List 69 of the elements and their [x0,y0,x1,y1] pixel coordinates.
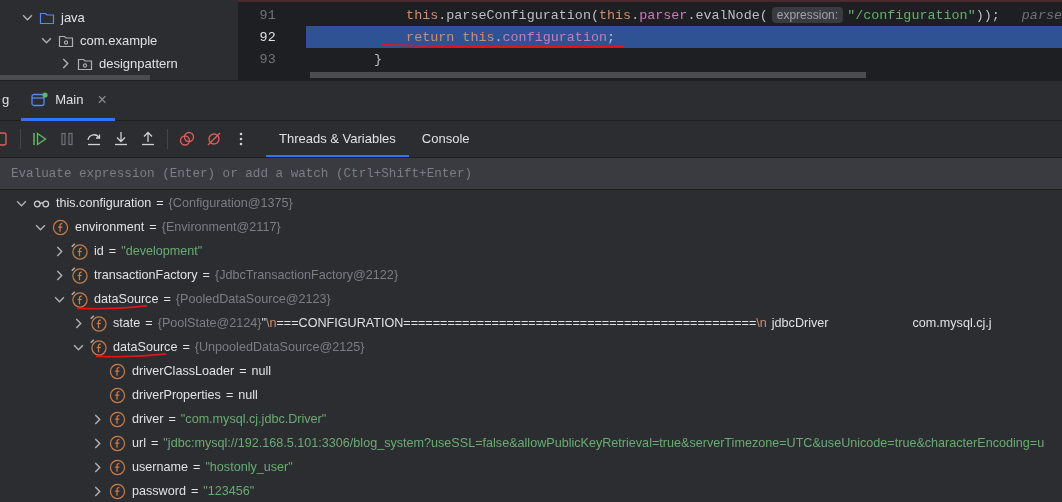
chevron-icon[interactable] [73,317,84,329]
tree-item-label[interactable]: designpattern [99,56,178,71]
code-token: this [598,7,632,23]
final-field-icon [90,338,107,356]
variable-entry[interactable]: environment = {Environment@2117} [75,220,281,234]
variable-entry[interactable]: password = "123456" [132,484,255,498]
variable-entry[interactable]: state = {PoolState@2124}"\n===CONFIGURATION================================================\n jdbcDriver com.mysql.cj.j [113,316,992,330]
field-icon [109,362,126,380]
variable-entry[interactable]: username = "hostonly_user" [132,460,293,474]
chevron-icon[interactable] [60,58,71,69]
chevron-icon[interactable] [54,269,65,281]
variable-entry[interactable]: driver = "com.mysql.cj.jdbc.Driver" [132,412,327,426]
final-field-icon [71,242,88,260]
chevron-icon[interactable] [22,12,33,23]
code-token: .parseConfiguration( [438,7,599,23]
variable-entry[interactable]: url = "jdbc:mysql://192.168.5.101:3306/blog_system?useSSL=false&allowPublicKeyRetrieval=true&serverTimezone=UTC&useUnicode=true&characterEncoding=u [132,436,1045,450]
code-token: ; [607,29,616,45]
field-icon [52,218,69,236]
tree-item-label[interactable]: java [61,10,85,25]
parameter-hint: expression: [771,7,844,23]
scrollbar[interactable] [0,75,150,80]
view-tab[interactable]: Console [408,121,483,157]
code-token: this [405,7,439,23]
final-field-icon [90,314,107,332]
step-into-icon[interactable] [113,131,129,147]
variable-entry[interactable]: driverClassLoader = null [132,364,272,378]
final-field-icon [71,266,88,284]
session-tab[interactable]: g [0,81,22,121]
mute-breakpoints-icon[interactable] [206,131,222,147]
code-token: "/configuration" [847,7,976,23]
pause-icon[interactable] [59,131,75,147]
chevron-icon[interactable] [92,413,103,425]
code-token: configuration [502,29,607,45]
final-field-icon [71,290,88,308]
close-icon[interactable]: × [97,90,107,109]
variable-entry[interactable]: dataSource = {UnpooledDataSource@2125} [113,340,365,354]
breakpoints-icon[interactable] [179,131,195,147]
field-icon [109,386,126,404]
code-token: . [494,29,503,45]
code-token: return this [405,29,495,45]
code-token: .evalNode( [687,7,768,23]
code-token: . [631,7,640,23]
field-icon [109,410,126,428]
variable-entry[interactable]: driverProperties = null [132,388,258,402]
field-icon [109,458,126,476]
field-icon [109,434,126,452]
code-token: parse [1021,7,1062,23]
chevron-icon[interactable] [92,437,103,449]
chevron-icon[interactable] [92,461,103,473]
variable-entry[interactable]: id = "development" [94,244,203,258]
chevron-icon[interactable] [54,245,65,257]
line-number: 92 [237,26,306,48]
variable-entry[interactable]: dataSource = {PooledDataSource@2123} [94,292,331,306]
scrollbar[interactable] [309,72,866,78]
code-token: )); [975,7,1000,23]
resume-icon[interactable] [32,131,48,147]
variable-entry[interactable]: this.configuration = {Configuration@1375} [56,196,293,210]
chevron-icon[interactable] [41,35,52,46]
code-token: parser [639,7,688,23]
step-over-icon[interactable] [86,131,102,147]
application-icon [31,91,50,108]
field-icon [109,482,126,500]
variable-entry[interactable]: transactionFactory = {JdbcTransactionFactory@2122} [94,268,399,282]
evaluate-field[interactable]: Evaluate expression (Enter) or add a watch (Ctrl+Shift+Enter) [0,158,1062,190]
step-out-icon[interactable] [140,131,156,147]
chevron-icon[interactable] [92,485,103,497]
code-token: } [372,51,382,67]
session-tab[interactable]: Main × [21,81,115,121]
tree-item-label[interactable]: com.example [80,33,158,48]
